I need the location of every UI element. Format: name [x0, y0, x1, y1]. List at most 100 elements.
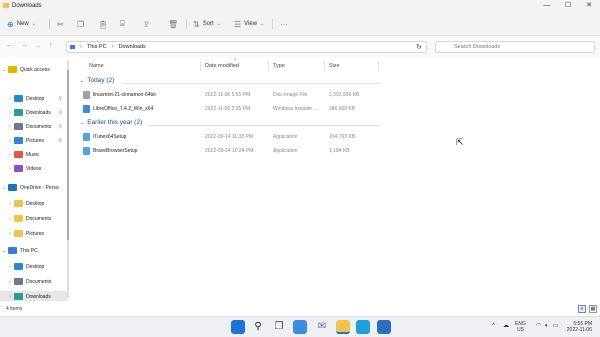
group-divider — [122, 83, 380, 84]
chevron-up-icon[interactable]: ^ — [492, 323, 495, 329]
taskbar: ⚲ ❐ ✉ ^ ☁ ENG US ◠ 🔈︎ ▭ 5:55 PM 2022-11-06 — [0, 316, 600, 337]
sidebar-item-documents[interactable]: › Documents — [0, 276, 68, 287]
tiles-view-icon[interactable]: ▦ — [589, 305, 597, 313]
sidebar-item-onedrive-perso[interactable]: ⌄ OneDrive - Perso — [0, 182, 68, 193]
sidebar-item-music[interactable]: › Music — [0, 149, 68, 160]
chat-icon[interactable]: ✉ — [315, 320, 329, 334]
chevron-down-icon[interactable]: ⌄ — [0, 67, 8, 73]
network-icon[interactable]: ☁ — [503, 323, 509, 329]
language-indicator[interactable]: ENG US — [515, 321, 526, 333]
sidebar-item-desktop[interactable]: › Desktop — [0, 261, 68, 272]
chevron-down-icon[interactable]: ⌄ — [0, 248, 8, 254]
sidebar-item-this-pc[interactable]: ⌄ This PC — [0, 245, 68, 256]
chevron-right-icon[interactable]: › — [6, 264, 14, 270]
scrollbar-thumb[interactable] — [67, 70, 69, 240]
view-button[interactable]: ☰ View ⌄ — [234, 18, 264, 30]
chevron-right-icon[interactable]: › — [6, 279, 14, 285]
search-icon[interactable]: ⚲ — [251, 320, 265, 334]
chevron-right-icon[interactable]: › — [6, 152, 14, 158]
paste-button[interactable]: 📋︎ — [98, 18, 108, 30]
chevron-right-icon[interactable]: › — [6, 96, 14, 102]
pictures-icon — [14, 137, 23, 144]
sidebar-item-label: Downloads — [26, 109, 51, 116]
volume-icon[interactable]: 🔈︎ — [545, 323, 549, 329]
start-icon[interactable] — [231, 320, 245, 334]
new-button[interactable]: ⊕ New ⌄ — [7, 18, 36, 30]
sidebar-item-documents[interactable]: › Documents ⚲ — [0, 121, 68, 132]
sort-button[interactable]: ⇅ Sort ⌄ — [193, 18, 221, 30]
breadcrumb-downloads[interactable]: Downloads — [119, 44, 146, 50]
minimize-button[interactable]: — — [538, 2, 556, 10]
sidebar-item-quick-access[interactable]: ⌄ Quick access — [0, 64, 68, 75]
column-header-type[interactable]: Type — [273, 63, 285, 69]
file-row[interactable]: iTunes64Setup 2022-09-14 11:33 PM Applicat… — [80, 131, 380, 143]
address-bar[interactable]: › This PC › Downloads ⌄ — [66, 41, 427, 53]
clock[interactable]: 5:55 PM 2022-11-06 — [562, 321, 592, 333]
close-button[interactable]: ✕ — [580, 2, 598, 10]
sidebar-item-downloads[interactable]: › Downloads ⚲ — [0, 107, 68, 118]
details-view-icon[interactable]: ≡ — [578, 305, 586, 313]
copy-button[interactable]: ❐ — [77, 18, 84, 30]
new-label: New — [16, 21, 29, 27]
up-arrow-icon[interactable]: ↑ — [49, 42, 53, 49]
delete-button[interactable]: 🗑︎ — [168, 18, 178, 30]
sidebar-item-label: Documents — [26, 278, 52, 285]
file-row[interactable]: LibreOffice_7.4.2_Win_x64 2022-11-06 2:35… — [80, 103, 380, 115]
share-icon: ⇪ — [143, 19, 150, 29]
store-icon[interactable] — [377, 320, 391, 334]
column-header-size[interactable]: Size — [329, 63, 340, 69]
refresh-icon[interactable]: ↻ — [416, 43, 422, 51]
column-header-date-modified[interactable]: Date modified — [205, 63, 239, 69]
group-header-today[interactable]: ⌄ Today (2) — [80, 77, 114, 84]
share-button[interactable]: ⇪ — [143, 18, 150, 30]
sidebar-item-label: Desktop — [26, 263, 45, 270]
sidebar-item-pictures[interactable]: › Pictures ⚲ — [0, 135, 68, 146]
chevron-right-icon[interactable]: › — [6, 138, 14, 144]
sidebar-item-desktop[interactable]: › Desktop — [0, 198, 68, 209]
recent-locations-icon[interactable]: ⌄ — [36, 43, 40, 49]
sidebar-item-documents[interactable]: › Documents — [0, 213, 68, 224]
chevron-right-icon[interactable]: › — [6, 216, 14, 222]
folder-icon — [14, 200, 23, 207]
task-view-icon[interactable]: ❐ — [272, 320, 286, 334]
sidebar-item-label: This PC — [20, 247, 38, 254]
breadcrumb-this-pc[interactable]: This PC — [87, 44, 107, 50]
search-input[interactable]: Search Downloads — [435, 41, 595, 53]
application-icon — [83, 133, 90, 141]
sidebar-item-desktop[interactable]: › Desktop ⚲ — [0, 93, 68, 104]
sidebar-item-label: Quick access — [20, 66, 50, 73]
file-row[interactable]: linuxmint-21-cinnamon-64bit 2022-11-06 5:… — [80, 89, 380, 101]
column-divider[interactable] — [268, 61, 269, 71]
chevron-right-icon[interactable]: › — [6, 294, 14, 300]
back-arrow-icon[interactable]: ← — [6, 42, 13, 49]
sidebar-item-pictures[interactable]: › Pictures — [0, 228, 68, 239]
column-divider[interactable] — [378, 61, 379, 71]
file-date-modified: 2022-11-06 5:55 PM — [205, 92, 251, 98]
chevron-right-icon[interactable]: › — [6, 110, 14, 116]
file-row[interactable]: BraveBrowserSetup 2022-09-14 10:24 PM Appl… — [80, 145, 380, 157]
maximize-button[interactable]: ☐ — [559, 2, 577, 10]
folder-icon — [14, 215, 23, 222]
column-header-name[interactable]: Name — [89, 63, 104, 69]
widgets-icon[interactable] — [293, 320, 307, 334]
chevron-right-icon[interactable]: › — [6, 201, 14, 207]
sort-label: Sort — [202, 21, 214, 27]
column-divider[interactable] — [200, 61, 201, 71]
chevron-right-icon[interactable]: › — [6, 124, 14, 130]
group-header-earlier-this-year[interactable]: ⌄ Earlier this year (2) — [80, 119, 142, 126]
forward-arrow-icon[interactable]: → — [21, 42, 28, 49]
breadcrumb-separator-icon: › — [111, 44, 114, 50]
more-options-button[interactable]: ··· — [280, 18, 288, 30]
chevron-down-icon[interactable]: ⌄ — [0, 185, 8, 191]
edge-icon[interactable] — [356, 320, 370, 334]
rename-button[interactable]: ⌸ — [120, 18, 125, 30]
battery-icon[interactable]: ▭ — [553, 323, 559, 329]
file-size: 346,668 KB — [329, 106, 356, 112]
column-divider[interactable] — [324, 61, 325, 71]
cut-button[interactable]: ✂ — [57, 18, 64, 30]
sidebar-item-videos[interactable]: › Videos — [0, 163, 68, 174]
chevron-right-icon[interactable]: › — [6, 166, 14, 172]
file-explorer-icon[interactable] — [336, 320, 350, 334]
chevron-right-icon[interactable]: › — [6, 231, 14, 237]
wifi-icon[interactable]: ◠ — [536, 323, 541, 329]
